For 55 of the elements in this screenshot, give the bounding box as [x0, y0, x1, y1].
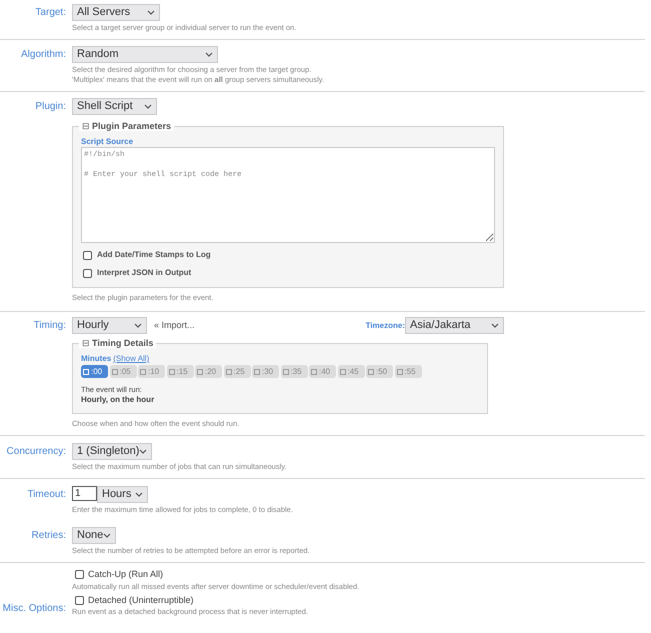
timeout-input[interactable]: 1: [72, 486, 97, 501]
chevron-down-icon: [134, 323, 142, 328]
checkbox-label: Catch-Up (Run All): [88, 568, 164, 581]
dropdown[interactable]: Random: [72, 46, 218, 63]
chevron-down-icon: [135, 492, 143, 497]
dropdown[interactable]: Hours: [97, 486, 148, 503]
field-label: Misc. Options:: [2, 602, 66, 616]
minute-toggle[interactable]: :05: [110, 365, 136, 378]
schedule-summary: Hourly, on the hour: [81, 395, 156, 405]
dropdown[interactable]: None: [72, 527, 116, 544]
minute-toggle[interactable]: :00: [81, 365, 108, 378]
dropdown[interactable]: 1 (Singleton): [72, 443, 152, 460]
minute-toggle[interactable]: :55: [394, 365, 422, 378]
chevron-down-icon: [103, 533, 112, 538]
field-label: Timing:: [34, 319, 66, 333]
checkbox[interactable]: [83, 268, 92, 278]
chevron-down-icon: [144, 104, 152, 109]
panel-title: Timing Details: [92, 338, 154, 348]
dropdown[interactable]: All Servers: [72, 4, 160, 21]
minute-toggle[interactable]: :35: [280, 365, 308, 378]
field-label: Script Source: [81, 137, 134, 147]
dropdown[interactable]: Shell Script: [72, 98, 157, 115]
checkbox-label: Interpret JSON in Output: [97, 267, 192, 279]
field-label: Minutes: [81, 354, 112, 364]
checkbox-label: Add Date/Time Stamps to Log: [97, 249, 211, 261]
show-all-link[interactable]: (Show All): [113, 354, 150, 364]
field-label: Timeout:: [27, 488, 66, 502]
chevron-down-icon: [147, 10, 155, 15]
import-link[interactable]: « Import...: [154, 318, 195, 332]
dropdown[interactable]: Hourly: [72, 317, 147, 334]
chevron-down-icon: [139, 449, 148, 454]
minute-toggle[interactable]: :40: [309, 365, 336, 378]
checkbox[interactable]: [83, 250, 92, 260]
dropdown[interactable]: Asia/Jakarta: [405, 317, 504, 334]
minute-toggle[interactable]: :50: [366, 365, 393, 378]
chevron-down-icon: [491, 323, 499, 328]
field-label: Timezone:: [366, 320, 405, 332]
chevron-down-icon: [205, 52, 213, 57]
field-label: Target:: [35, 6, 66, 20]
minute-toggle[interactable]: :20: [195, 365, 222, 378]
field-label: Retries:: [32, 529, 66, 543]
minute-toggle[interactable]: :45: [338, 365, 364, 378]
panel-title: Plugin Parameters: [92, 121, 172, 131]
field-label: Algorithm:: [20, 48, 66, 62]
minute-toggle[interactable]: :25: [224, 365, 250, 378]
collapse-toggle[interactable]: ⊟: [82, 338, 90, 348]
minute-toggle[interactable]: :30: [252, 365, 279, 378]
checkbox-label: Detached (Uninterruptible): [88, 594, 194, 607]
checkbox[interactable]: [75, 570, 84, 580]
collapse-toggle[interactable]: ⊟: [82, 121, 90, 131]
checkbox[interactable]: [75, 596, 84, 605]
field-label: Concurrency:: [6, 445, 66, 459]
minute-toggle[interactable]: :15: [166, 365, 194, 378]
field-label: Plugin:: [35, 100, 66, 114]
minute-toggle[interactable]: :10: [138, 365, 165, 378]
